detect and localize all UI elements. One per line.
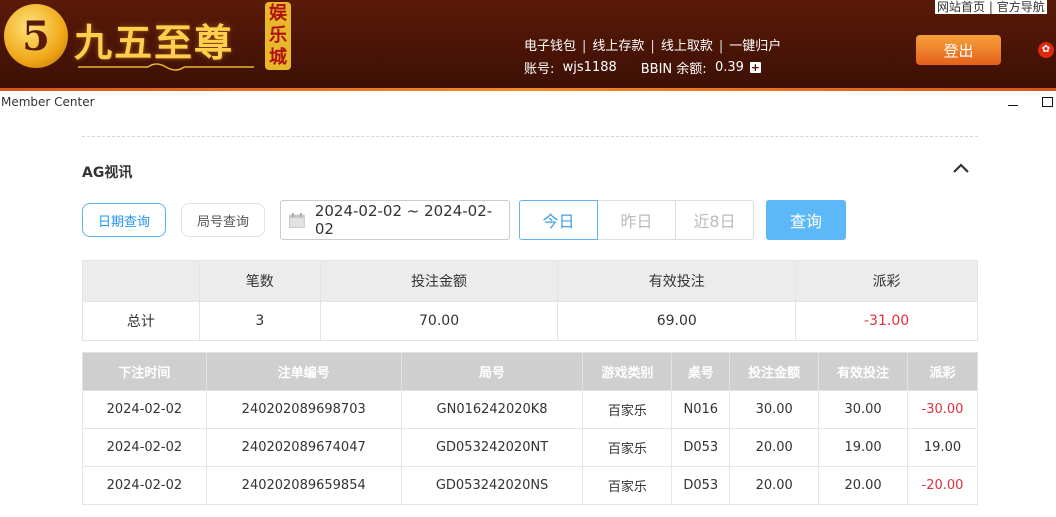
detail-header-cell: 局号	[400, 352, 584, 391]
detail-header-row: 下注时间 注单编号 局号 游戏类别 桌号 投注金额 有效投注 派彩	[82, 352, 978, 391]
summary-header-cell: 投注金额	[319, 260, 559, 302]
add-balance-icon[interactable]: +	[749, 62, 761, 73]
account-label: 账号:	[524, 62, 555, 77]
query-button[interactable]: 查询	[766, 200, 846, 240]
table-cell: 2024-02-02	[82, 466, 207, 505]
balance-value: 0.39	[714, 60, 744, 75]
detail-header-cell: 注单编号	[205, 352, 402, 391]
date-range-value: 2024-02-02 ~ 2024-02-02	[314, 202, 493, 238]
table-row: 2024-02-02 240202089674047 GD053242020NT…	[82, 428, 978, 467]
table-row: 2024-02-02 240202089698703 GN016242020K8…	[82, 390, 978, 429]
table-cell: 240202089674047	[205, 428, 402, 467]
table-cell: GN016242020K8	[400, 390, 584, 429]
summary-header-cell: 笔数	[198, 260, 321, 302]
summary-cell: 69.00	[557, 301, 797, 341]
detail-header-cell: 有效投注	[818, 352, 908, 391]
logo-text: 九五至尊	[74, 20, 235, 65]
table-cell: -30.00	[907, 390, 978, 429]
summary-header-cell: 有效投注	[557, 260, 797, 302]
language-flag-icon[interactable]: ✿	[1038, 42, 1054, 58]
logo-subtitle: 娱乐城	[265, 2, 291, 70]
detail-header-cell: 投注金额	[729, 352, 820, 391]
summary-header-row: 笔数 投注金额 有效投注 派彩	[82, 260, 978, 302]
table-cell: 19.00	[907, 428, 978, 467]
table-cell: 百家乐	[582, 466, 673, 505]
nav-online-deposit[interactable]: 线上存款	[592, 39, 644, 54]
detail-header-cell: 派彩	[907, 352, 978, 391]
table-cell: 30.00	[729, 390, 820, 429]
summary-total-row: 总计 3 70.00 69.00 -31.00	[82, 301, 978, 341]
summary-cell: 3	[198, 301, 321, 341]
detail-header-cell: 桌号	[671, 352, 731, 391]
quick-today[interactable]: 今日	[519, 200, 598, 240]
section-divider	[82, 136, 978, 137]
summary-header-cell: 派彩	[795, 260, 978, 302]
table-cell: 2024-02-02	[82, 390, 207, 429]
table-cell: 2024-02-02	[82, 428, 207, 467]
table-cell: 240202089659854	[205, 466, 402, 505]
table-cell: GD053242020NS	[400, 466, 584, 505]
detail-header-cell: 游戏类别	[582, 352, 673, 391]
tab-date-query[interactable]: 日期查询	[82, 203, 166, 237]
header-divider	[0, 88, 1056, 91]
logo-flourish-icon	[78, 63, 254, 71]
table-cell: 20.00	[729, 466, 820, 505]
table-cell: 20.00	[818, 466, 908, 505]
site-header: 5 九五至尊 娱乐城 电子钱包 | 线上存款 | 线上取款 | 一键归户 账号: wjs11…	[0, 0, 1056, 88]
tab-round-query[interactable]: 局号查询	[181, 203, 265, 237]
table-cell: -20.00	[907, 466, 978, 505]
summary-cell: 70.00	[319, 301, 559, 341]
table-cell: 百家乐	[582, 390, 673, 429]
calendar-icon	[289, 212, 305, 228]
account-value: wjs1188	[562, 60, 617, 75]
link-official-nav[interactable]: 官方导航	[997, 0, 1045, 14]
chevron-up-icon[interactable]	[952, 160, 970, 176]
section-title: AG视讯	[82, 165, 133, 181]
link-home[interactable]: 网站首页	[937, 0, 985, 14]
summary-cell: -31.00	[795, 301, 978, 341]
maximize-icon[interactable]	[1042, 97, 1053, 107]
table-cell: D053	[671, 428, 731, 467]
quick-yesterday[interactable]: 昨日	[597, 200, 676, 240]
quick-range-group: 今日 昨日 近8日	[519, 200, 754, 240]
nav-e-wallet[interactable]: 电子钱包	[524, 39, 576, 54]
logo-emblem: 5	[4, 4, 68, 68]
bet-detail-table: 下注时间 注单编号 局号 游戏类别 桌号 投注金额 有效投注 派彩 2024-0…	[82, 352, 978, 505]
minimize-icon[interactable]	[1007, 96, 1019, 108]
table-cell: 20.00	[729, 428, 820, 467]
table-cell: D053	[671, 466, 731, 505]
nav-online-withdraw[interactable]: 线上取款	[661, 39, 713, 54]
account-nav: 电子钱包 | 线上存款 | 线上取款 | 一键归户	[524, 39, 782, 54]
table-cell: 19.00	[818, 428, 908, 467]
date-range-input[interactable]: 2024-02-02 ~ 2024-02-02	[280, 200, 510, 240]
balance-label: BBIN 余额:	[640, 62, 707, 77]
table-cell: GD053242020NT	[400, 428, 584, 467]
detail-header-cell: 下注时间	[82, 352, 207, 391]
window-title: Member Center	[1, 95, 95, 109]
table-cell: 百家乐	[582, 428, 673, 467]
summary-header-cell	[82, 260, 200, 302]
table-row: 2024-02-02 240202089659854 GD053242020NS…	[82, 466, 978, 505]
nav-one-click-transfer[interactable]: 一键归户	[729, 39, 781, 54]
quick-last-8-days[interactable]: 近8日	[675, 200, 754, 240]
table-cell: 30.00	[818, 390, 908, 429]
table-cell: N016	[671, 390, 731, 429]
logout-button[interactable]: 登出	[916, 35, 1001, 65]
top-links: 网站首页 | 官方导航	[935, 0, 1047, 14]
account-info: 账号: wjs1188 BBIN 余额: 0.39 +	[524, 58, 761, 77]
summary-cell: 总计	[82, 301, 200, 341]
summary-table: 笔数 投注金额 有效投注 派彩 总计 3 70.00 69.00 -31.00	[82, 260, 978, 341]
table-cell: 240202089698703	[205, 390, 402, 429]
